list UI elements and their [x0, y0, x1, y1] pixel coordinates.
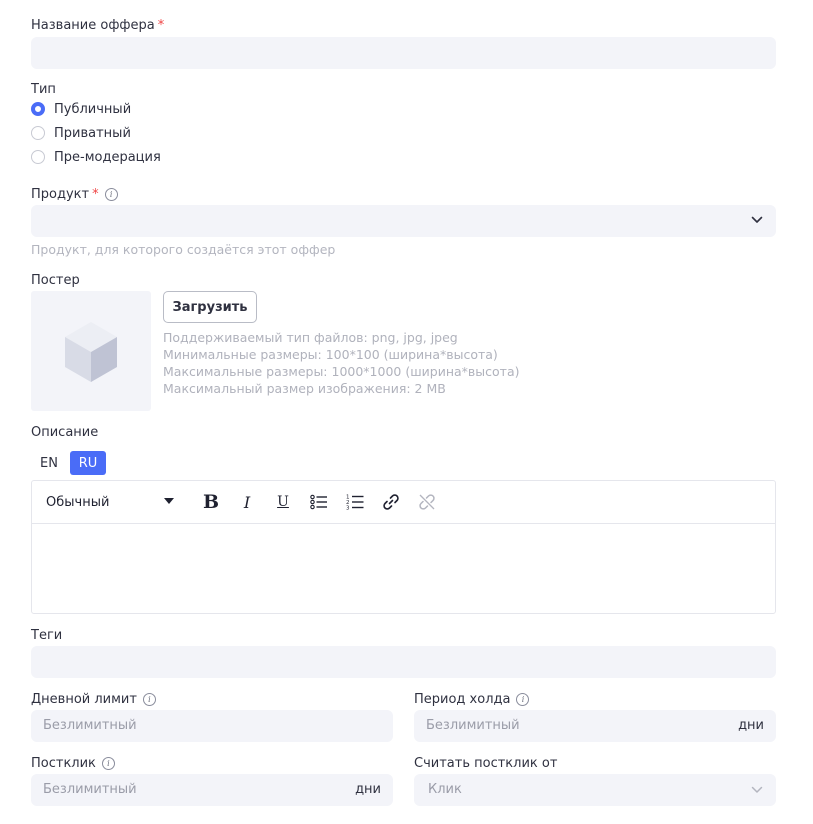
info-icon[interactable]: i	[101, 757, 115, 770]
description-label: Описание	[31, 425, 99, 440]
postclick-from-select[interactable]: Клик	[414, 774, 776, 806]
poster-preview[interactable]	[31, 291, 151, 411]
info-icon[interactable]: i	[104, 188, 118, 201]
type-radio-group: Публичный Приватный Пре-модерация	[31, 97, 161, 169]
postclick-from-label: Считать постклик от	[414, 756, 558, 771]
daily-limit-placeholder: Безлимитный	[43, 718, 137, 733]
lang-tab-ru[interactable]: RU	[70, 451, 106, 475]
underline-icon[interactable]: U	[271, 481, 295, 523]
hold-period-suffix: дни	[738, 718, 764, 733]
daily-limit-label: Дневной лимит i	[31, 692, 156, 707]
radio-option-premoderation[interactable]: Пре-модерация	[31, 145, 161, 169]
info-icon[interactable]: i	[516, 693, 530, 706]
postclick-from-value: Клик	[428, 782, 462, 797]
poster-requirements: Поддерживаемый тип файлов: png, jpg, jpe…	[163, 329, 520, 397]
file-type-hint: Поддерживаемый тип файлов: png, jpg, jpe…	[163, 330, 458, 345]
italic-icon[interactable]: I	[235, 481, 259, 523]
bold-icon[interactable]: B	[199, 481, 223, 523]
chevron-down-icon	[751, 786, 763, 793]
max-size-hint: Максимальные размеры: 1000*1000 (ширина*…	[163, 364, 520, 379]
info-icon[interactable]: i	[142, 693, 156, 706]
format-dropdown[interactable]: Обычный	[46, 481, 176, 523]
postclick-input[interactable]: Безлимитный дни	[31, 774, 393, 806]
radio-label: Пре-модерация	[54, 149, 161, 165]
product-select[interactable]	[31, 205, 776, 237]
editor-toolbar: Обычный B I U 1 2 3	[32, 481, 775, 524]
link-icon[interactable]	[379, 481, 403, 523]
type-label: Тип	[31, 82, 56, 97]
svg-text:3: 3	[346, 506, 350, 512]
format-value: Обычный	[46, 494, 110, 510]
bullet-list-icon[interactable]	[307, 481, 331, 523]
radio-option-public[interactable]: Публичный	[31, 97, 161, 121]
hold-period-input[interactable]: Безлимитный дни	[414, 710, 776, 742]
required-mark: *	[157, 18, 165, 33]
postclick-label: Постклик i	[31, 756, 115, 771]
radio-label: Публичный	[54, 101, 132, 117]
hold-period-placeholder: Безлимитный	[426, 718, 520, 733]
radio-button[interactable]	[31, 126, 45, 140]
postclick-suffix: дни	[355, 782, 381, 797]
max-filesize-hint: Максимальный размер изображения: 2 MB	[163, 381, 446, 396]
postclick-placeholder: Безлимитный	[43, 782, 137, 797]
unlink-icon[interactable]	[415, 481, 439, 523]
radio-option-private[interactable]: Приватный	[31, 121, 161, 145]
radio-label: Приватный	[54, 125, 131, 141]
chevron-down-icon	[751, 216, 763, 223]
tags-input[interactable]	[31, 646, 776, 678]
ordered-list-icon[interactable]: 1 2 3	[343, 481, 367, 523]
image-placeholder-icon	[65, 322, 117, 382]
daily-limit-input[interactable]: Безлимитный	[31, 710, 393, 742]
offer-name-input[interactable]	[31, 37, 776, 69]
radio-button[interactable]	[31, 102, 45, 116]
upload-button[interactable]: Загрузить	[163, 291, 257, 323]
required-mark: *	[92, 187, 99, 202]
radio-button[interactable]	[31, 150, 45, 164]
min-size-hint: Минимальные размеры: 100*100 (ширина*выс…	[163, 347, 498, 362]
caret-down-icon	[164, 498, 174, 504]
offer-name-label: Название оффера *	[31, 18, 165, 33]
lang-tab-en[interactable]: EN	[31, 451, 67, 475]
hold-period-label: Период холда i	[414, 692, 530, 707]
product-hint: Продукт, для которого создаётся этот офф…	[31, 242, 336, 257]
product-label: Продукт * i	[31, 187, 118, 202]
poster-label: Постер	[31, 273, 80, 288]
tags-label: Теги	[31, 628, 63, 643]
rich-text-editor: Обычный B I U 1 2 3	[31, 480, 776, 614]
editor-content-area[interactable]	[32, 524, 775, 613]
